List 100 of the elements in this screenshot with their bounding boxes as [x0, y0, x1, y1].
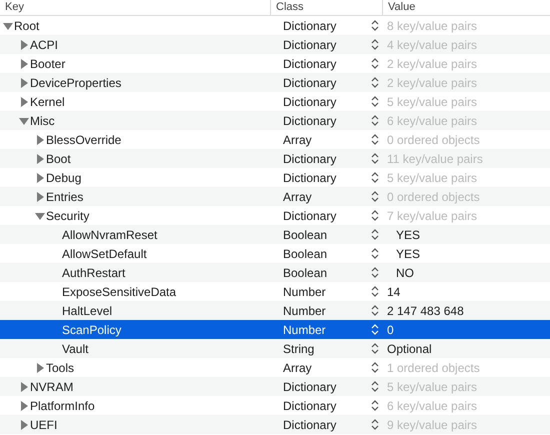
value-text: 6 key/value pairs: [386, 114, 478, 128]
disclosure-right-icon[interactable]: [35, 362, 45, 372]
value-text: 2 147 483 648: [386, 304, 465, 318]
class-text: String: [282, 342, 316, 356]
class-text: Boolean: [282, 266, 328, 280]
stepper-icon[interactable]: [371, 418, 379, 431]
class-text: Dictionary: [282, 208, 338, 222]
class-text: Number: [282, 284, 327, 298]
table-row[interactable]: ACPI Dictionary 4 key/value pairs: [0, 35, 550, 54]
table-row[interactable]: DeviceProperties Dictionary 2 key/value pairs: [0, 73, 550, 92]
table-row[interactable]: NVRAM Dictionary 5 key/value pairs: [0, 377, 550, 396]
stepper-icon[interactable]: [371, 95, 379, 108]
stepper-icon[interactable]: [371, 76, 379, 89]
table-row[interactable]: Misc Dictionary 6 key/value pairs: [0, 111, 550, 130]
stepper-icon[interactable]: [371, 342, 379, 355]
key-text: ExposeSensitiveData: [62, 284, 176, 298]
value-text: 9 key/value pairs: [386, 418, 478, 432]
key-text: ACPI: [30, 38, 58, 52]
table-row[interactable]: AllowNvramReset Boolean YES: [0, 225, 550, 244]
value-text: 11 key/value pairs: [386, 152, 484, 166]
disclosure-right-icon[interactable]: [19, 382, 29, 392]
disclosure-right-icon[interactable]: [19, 40, 29, 50]
key-text: Debug: [46, 170, 82, 184]
table-row[interactable]: Entries Array 0 ordered objects: [0, 187, 550, 206]
stepper-icon[interactable]: [371, 209, 379, 222]
class-text: Array: [282, 190, 313, 204]
key-text: PlatformInfo: [30, 398, 95, 412]
class-text: Array: [282, 132, 313, 146]
class-text: Dictionary: [282, 114, 338, 128]
value-text: 1 ordered objects: [386, 360, 481, 374]
stepper-icon[interactable]: [371, 152, 379, 165]
key-text: AllowNvramReset: [62, 228, 158, 242]
stepper-icon[interactable]: [371, 304, 379, 317]
key-text: Boot: [46, 152, 71, 166]
stepper-icon[interactable]: [371, 399, 379, 412]
class-text: Dictionary: [282, 18, 338, 32]
disclosure-right-icon[interactable]: [35, 192, 45, 202]
key-text: Security: [46, 208, 90, 222]
disclosure-down-icon[interactable]: [3, 20, 13, 30]
disclosure-right-icon[interactable]: [35, 154, 45, 164]
key-text: NVRAM: [30, 380, 74, 394]
stepper-icon[interactable]: [371, 38, 379, 51]
disclosure-right-icon[interactable]: [19, 400, 29, 410]
stepper-icon[interactable]: [371, 380, 379, 393]
value-text: 14: [386, 284, 402, 298]
key-text: ScanPolicy: [62, 322, 122, 336]
class-text: Dictionary: [282, 76, 338, 90]
key-text: BlessOverride: [46, 132, 122, 146]
column-header[interactable]: Value: [383, 0, 550, 15]
key-text: Booter: [30, 56, 66, 70]
key-text: Kernel: [30, 94, 65, 108]
class-text: Array: [282, 360, 313, 374]
disclosure-right-icon[interactable]: [19, 78, 29, 88]
key-text: DeviceProperties: [30, 76, 122, 90]
key-text: Vault: [62, 342, 88, 356]
table-row[interactable]: UEFI Dictionary 9 key/value pairs: [0, 415, 550, 434]
disclosure-right-icon[interactable]: [35, 134, 45, 144]
table-row[interactable]: Vault String Optional: [0, 339, 550, 358]
key-text: Tools: [46, 360, 74, 374]
disclosure-down-icon[interactable]: [19, 116, 29, 126]
key-text: Misc: [30, 114, 55, 128]
stepper-icon[interactable]: [371, 228, 379, 241]
table-row[interactable]: HaltLevel Number 2 147 483 648: [0, 301, 550, 320]
stepper-icon[interactable]: [371, 57, 379, 70]
value-text: YES: [395, 228, 422, 242]
key-text: AuthRestart: [62, 266, 126, 280]
stepper-icon[interactable]: [371, 266, 379, 279]
stepper-icon[interactable]: [371, 114, 379, 127]
value-text: 0 ordered objects: [386, 190, 481, 204]
column-header[interactable]: Key: [0, 0, 271, 15]
stepper-icon[interactable]: [371, 133, 379, 146]
value-text: 6 key/value pairs: [386, 398, 478, 412]
stepper-icon[interactable]: [371, 171, 379, 184]
class-text: Dictionary: [282, 38, 338, 52]
value-text: 2 key/value pairs: [386, 76, 478, 90]
class-text: Dictionary: [282, 170, 338, 184]
value-text: 4 key/value pairs: [386, 38, 478, 52]
selected-row[interactable]: ScanPolicy Number 0: [0, 320, 550, 339]
key-text: Entries: [46, 190, 84, 204]
table-row[interactable]: Boot Dictionary 11 key/value pairs: [0, 149, 550, 168]
key-text: UEFI: [30, 418, 58, 432]
disclosure-down-icon[interactable]: [35, 210, 45, 220]
stepper-icon[interactable]: [371, 247, 379, 260]
value-text: 5 key/value pairs: [386, 94, 478, 108]
class-text: Dictionary: [282, 418, 338, 432]
value-text: 0 ordered objects: [386, 132, 481, 146]
disclosure-right-icon[interactable]: [19, 58, 29, 68]
class-text: Dictionary: [282, 152, 338, 166]
stepper-icon[interactable]: [371, 285, 379, 298]
table-row[interactable]: AuthRestart Boolean NO: [0, 263, 550, 282]
stepper-icon[interactable]: [371, 190, 379, 203]
stepper-icon[interactable]: [371, 361, 379, 374]
column-header[interactable]: Class: [271, 0, 383, 15]
stepper-icon[interactable]: [371, 19, 379, 32]
key-text: Root: [14, 18, 40, 32]
disclosure-right-icon[interactable]: [19, 420, 29, 430]
disclosure-right-icon[interactable]: [19, 96, 29, 106]
key-text: HaltLevel: [62, 304, 112, 318]
disclosure-right-icon[interactable]: [35, 172, 45, 182]
value-text: 5 key/value pairs: [386, 380, 478, 394]
